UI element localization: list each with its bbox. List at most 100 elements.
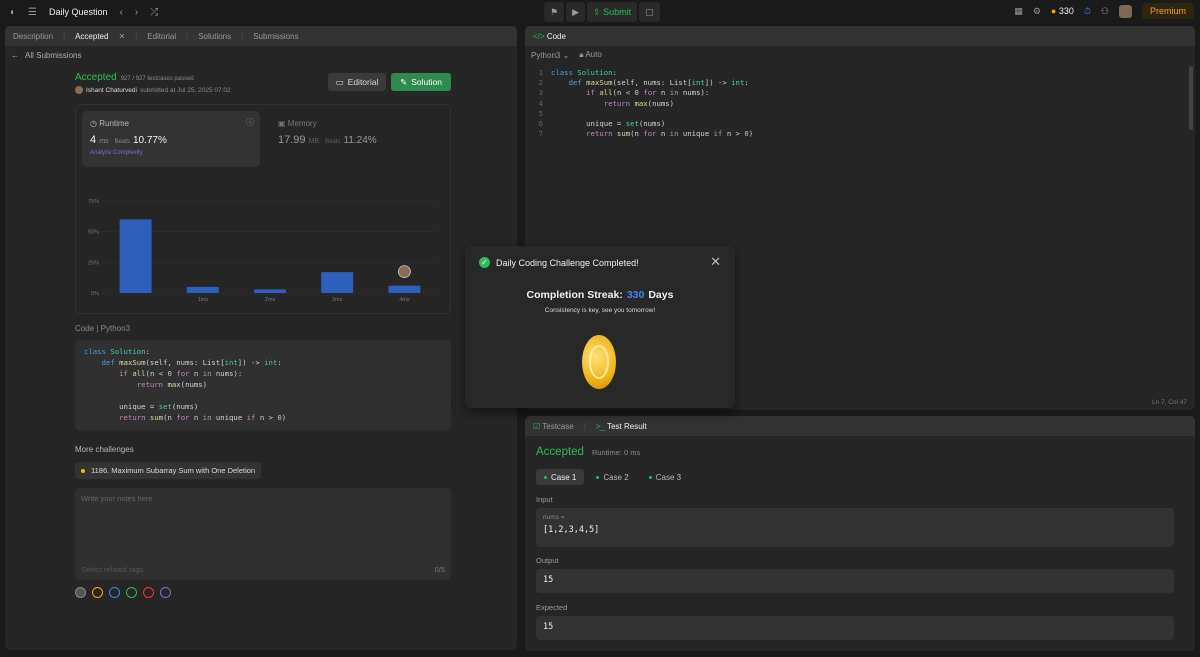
case-3-tab[interactable]: Case 3 [641,469,689,485]
pass-dot [544,475,547,479]
all-submissions-link[interactable]: All Submissions [25,51,81,60]
tab-solutions[interactable]: Solutions [198,32,231,41]
code-editor[interactable]: 1 2 3 4 5 6 7 class Solution: def maxSum… [529,68,1179,158]
case-1-tab[interactable]: Case 1 [536,469,585,485]
color-orange[interactable] [92,587,103,598]
chip-icon: ▣ [278,119,286,128]
pass-dot [596,475,600,479]
fire-icon: ● [1050,6,1057,16]
more-challenges-title: More challenges [75,445,134,454]
layout-icon[interactable]: ▦ [1014,6,1023,17]
completion-streak: Completion Streak: 330 Days [526,289,674,301]
color-purple[interactable] [160,587,171,598]
runtime-bar[interactable] [254,289,286,293]
arrow-left-icon: ← [11,50,19,60]
checkbox-icon: ☑ [533,421,541,431]
expected-box[interactable]: 15 [536,616,1174,640]
next-icon[interactable]: › [135,7,138,18]
result-tabbar: ☑ Testcase | >_ Test Result [525,416,1195,436]
color-red[interactable] [143,587,154,598]
daily-question-title[interactable]: Daily Question [49,7,108,17]
x-tick-label: 4ms [399,297,410,303]
challenge-chip[interactable]: 1186. Maximum Subarray Sum with One Dele… [75,462,262,479]
terminal-icon: >_ [595,421,606,431]
close-icon[interactable]: ✕ [710,254,721,270]
tab-code[interactable]: </> Code [533,32,566,41]
code-line: class Solution: [551,68,617,77]
streak-counter[interactable]: ● 330 [1051,6,1074,16]
code-section-label: Code | Python3 [75,324,131,333]
avatar[interactable] [1118,4,1132,18]
add-user-icon[interactable]: ⚇ [1101,6,1109,17]
shuffle-icon[interactable]: ⤮ [150,7,158,18]
difficulty-dot [81,468,85,473]
line-number: 1 [538,68,543,77]
color-blue[interactable] [109,587,120,598]
auto-mode[interactable]: 🔒︎ Auto [579,50,602,60]
tab-description[interactable]: Description [13,32,53,41]
color-green[interactable] [126,587,137,598]
line-number: 6 [538,119,543,128]
modal-title: ✓ Daily Coding Challenge Completed! [479,257,639,268]
left-tabbar: Description | Accepted ✕ | Editorial | Solu… [5,26,517,46]
notes-area[interactable]: Write your notes here Select related tag… [75,488,451,580]
case-2-tab[interactable]: Case 2 [588,469,636,485]
color-gray[interactable] [75,587,86,598]
editorial-button[interactable]: ▭ Editorial [328,73,386,91]
code-line: def maxSum(self, nums: List[int]) -> int… [568,78,749,88]
timer-icon[interactable]: ⏱ [1084,6,1091,17]
memory-label: ▣ Memory [278,119,317,128]
submit-button[interactable]: ⇪ Submit [587,2,638,22]
memory-value: 17.99 MB Beats 11.24% [278,134,377,146]
x-tick-label: 2ms [265,297,276,303]
result-status: Accepted Runtime: 0 ms [536,446,641,458]
clock-icon: ◷ [90,119,97,128]
coin-icon [582,335,616,389]
tab-accepted[interactable]: Accepted [75,32,108,41]
leetcode-logo-icon[interactable]: ◐ [10,7,16,18]
list-icon[interactable]: ☰ [28,7,37,18]
runtime-bar[interactable] [321,272,354,293]
tab-submissions[interactable]: Submissions [253,32,298,41]
tab-testcase[interactable]: ☑ Testcase [533,422,574,431]
back-bar[interactable]: ← All Submissions [5,46,517,64]
premium-button[interactable]: Premium [1141,3,1194,19]
author-avatar[interactable] [75,86,83,94]
close-icon[interactable]: ✕ [118,32,125,41]
editor-options: Python3 ⌄ 🔒︎ Auto [525,46,1195,64]
runtime-distribution-chart[interactable]: 75% 50% 25% 0% 1ms 2ms 3ms 4ms [76,169,452,315]
language-select[interactable]: Python3 ⌄ [531,51,569,60]
input-box[interactable]: nums = [1,2,3,4,5] [536,508,1174,547]
output-box[interactable]: 15 [536,569,1174,593]
gear-icon[interactable]: ⚙ [1033,6,1041,17]
analyze-complexity-link[interactable]: Analyze Complexity [90,150,252,156]
runtime-bar[interactable] [119,219,152,293]
lock-icon: 🔒︎ [579,50,584,59]
tab-test-result[interactable]: >_ Test Result [596,422,647,431]
line-number: 3 [538,88,543,98]
runtime-label: ◷ Runtime [90,119,130,128]
y-tick-label: 75% [88,199,99,205]
runtime-value: 4 ms Beats 10.77% [90,134,167,146]
tab-editorial[interactable]: Editorial [147,32,176,41]
info-icon[interactable]: ⓘ [246,117,254,128]
code-line: if all(n < 0 for n in nums): [586,88,710,98]
runtime-bar[interactable] [186,286,219,293]
line-number: 5 [538,108,543,118]
editor-scrollbar[interactable] [1189,66,1193,130]
prev-icon[interactable]: ‹ [120,7,123,18]
memory-card[interactable]: ▣ Memory 17.99 MB Beats 11.24% [270,111,448,167]
y-tick-label: 0% [91,291,99,297]
runtime-bar[interactable] [388,285,421,293]
line-number: 4 [538,98,543,108]
debug-button[interactable]: ⚑ [544,2,565,22]
run-button[interactable]: ▶ [566,2,585,22]
runtime-card[interactable]: ◷ Runtime 4 ms Beats 10.77% Analyze Compl… [82,111,260,167]
notes-button[interactable]: ▢ [639,2,660,22]
code-line: unique = set(nums) [551,119,666,128]
solution-button[interactable]: ✎ Solution [391,73,451,91]
submitted-code[interactable]: class Solution: def maxSum(self, nums: L… [75,340,451,430]
tags-select[interactable]: Select related tags [81,565,143,574]
book-icon: ▭ [335,76,344,87]
code-tabbar: </> Code [525,26,1195,46]
